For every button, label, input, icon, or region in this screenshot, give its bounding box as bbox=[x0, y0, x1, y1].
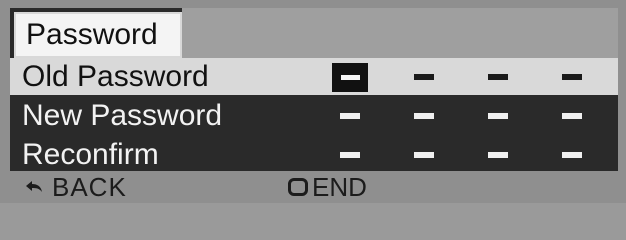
old-password-digit-2[interactable] bbox=[414, 74, 434, 80]
back-button[interactable]: BACK bbox=[24, 171, 127, 202]
return-arrow-icon bbox=[26, 181, 42, 192]
new-password-digit-3[interactable] bbox=[488, 113, 508, 119]
end-label: END bbox=[312, 171, 367, 202]
old-password-row[interactable]: Old Password bbox=[10, 58, 618, 95]
new-password-digit-4[interactable] bbox=[562, 113, 582, 119]
new-password-digit-1[interactable] bbox=[340, 113, 360, 119]
reconfirm-digit-1[interactable] bbox=[340, 152, 360, 158]
new-password-row[interactable]: New Password bbox=[10, 97, 618, 134]
end-button[interactable]: END bbox=[288, 171, 367, 202]
password-panel: Password Old Password New Password Recon… bbox=[10, 8, 618, 171]
stop-button-icon bbox=[288, 178, 308, 196]
reconfirm-digit-2[interactable] bbox=[414, 152, 434, 158]
new-password-digit-2[interactable] bbox=[414, 113, 434, 119]
reconfirm-label: Reconfirm bbox=[22, 138, 159, 171]
new-password-label: New Password bbox=[22, 99, 223, 132]
menu-title-tab: Password bbox=[14, 12, 182, 58]
title-strip bbox=[182, 8, 618, 60]
old-password-digit-1[interactable] bbox=[332, 63, 368, 92]
reconfirm-digit-3[interactable] bbox=[488, 152, 508, 158]
reconfirm-row[interactable]: Reconfirm bbox=[10, 136, 618, 171]
menu-title: Password bbox=[26, 18, 158, 51]
old-password-digit-4[interactable] bbox=[562, 74, 582, 80]
back-label: BACK bbox=[52, 171, 127, 202]
old-password-label: Old Password bbox=[22, 60, 209, 93]
camera-menu-screen: Password Old Password New Password Recon… bbox=[0, 0, 626, 203]
reconfirm-digit-4[interactable] bbox=[562, 152, 582, 158]
footer-bar: BACK END bbox=[0, 171, 626, 203]
old-password-digit-3[interactable] bbox=[488, 74, 508, 80]
